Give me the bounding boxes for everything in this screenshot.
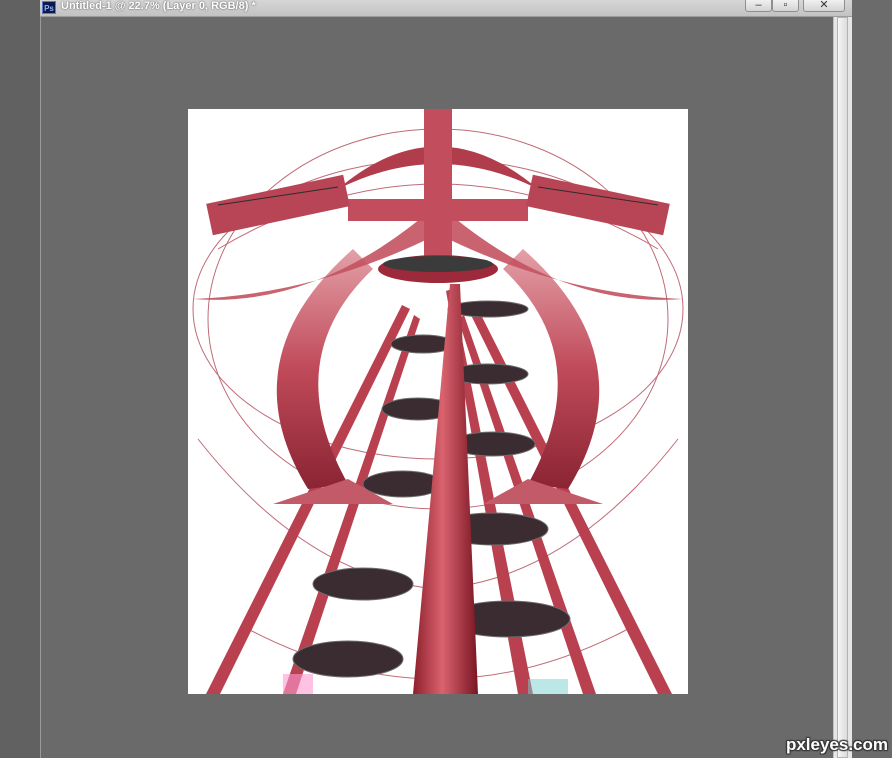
maximize-button[interactable]: ▫ — [772, 0, 799, 12]
minimize-button[interactable]: – — [745, 0, 772, 12]
photoshop-icon: Ps — [42, 1, 56, 14]
scroll-thumb[interactable] — [837, 17, 848, 758]
close-button[interactable]: ✕ — [803, 0, 845, 12]
document-title: Untitled-1 @ 22.7% (Layer 0, RGB/8) * — [61, 0, 256, 12]
artwork-image — [188, 109, 688, 694]
document-window: Ps Untitled-1 @ 22.7% (Layer 0, RGB/8) *… — [40, 0, 852, 758]
watermark-text: pxleyes.com — [785, 735, 888, 754]
vertical-scrollbar[interactable] — [833, 17, 852, 758]
workspace-right-edge — [852, 0, 892, 758]
document-titlebar[interactable]: Ps Untitled-1 @ 22.7% (Layer 0, RGB/8) *… — [40, 0, 852, 17]
document-canvas[interactable] — [188, 109, 688, 694]
workspace-left-edge — [0, 0, 41, 758]
